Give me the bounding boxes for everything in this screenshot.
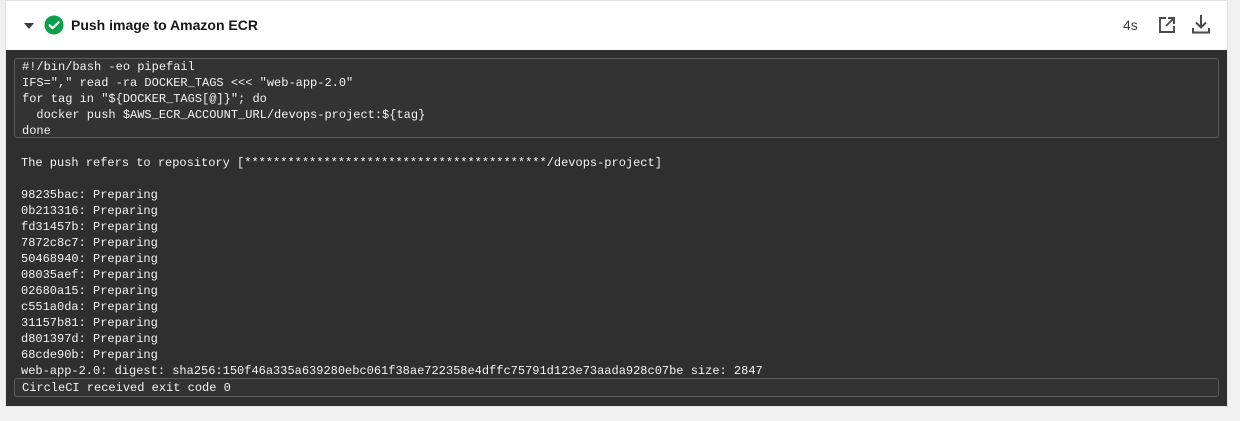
terminal-output[interactable]: #!/bin/bash -eo pipefail IFS="," read -r… (6, 50, 1227, 406)
download-icon[interactable] (1190, 13, 1212, 35)
digest-line: web-app-2.0: digest: sha256:150f46a335a6… (21, 364, 763, 378)
command-line: done (22, 124, 51, 138)
layer-status-line: 31157b81: Preparing (21, 316, 158, 330)
layer-status-line: 68cde90b: Preparing (21, 348, 158, 362)
command-line: for tag in "${DOCKER_TAGS[@]}"; do (22, 92, 267, 106)
command-line: IFS="," read -ra DOCKER_TAGS <<< "web-ap… (22, 76, 354, 90)
layer-status-line: 50468940: Preparing (21, 252, 158, 266)
command-block: #!/bin/bash -eo pipefail IFS="," read -r… (14, 58, 1219, 138)
push-message: The push refers to repository [*********… (21, 156, 662, 170)
chevron-down-icon[interactable] (22, 20, 36, 32)
layer-status-line: d801397d: Preparing (21, 332, 158, 346)
step-title: Push image to Amazon ECR (71, 17, 258, 33)
step-panel: Push image to Amazon ECR 4s #!/bin/bash … (5, 0, 1228, 407)
exit-code-block: CircleCI received exit code 0 (14, 378, 1219, 397)
step-header[interactable]: Push image to Amazon ECR 4s (6, 1, 1227, 50)
check-circle-icon (44, 15, 64, 35)
command-line: #!/bin/bash -eo pipefail (22, 60, 195, 74)
layer-status-line: 02680a15: Preparing (21, 284, 158, 298)
open-in-new-icon[interactable] (1157, 15, 1177, 35)
layer-status-line: c551a0da: Preparing (21, 300, 158, 314)
layer-status-line: 7872c8c7: Preparing (21, 236, 158, 250)
layer-status-line: 08035aef: Preparing (21, 268, 158, 282)
layer-status-line: 98235bac: Preparing (21, 188, 158, 202)
layer-status-line: 0b213316: Preparing (21, 204, 158, 218)
step-duration: 4s (1123, 17, 1138, 33)
exit-code-line: CircleCI received exit code 0 (22, 381, 231, 395)
layer-status-line: fd31457b: Preparing (21, 220, 158, 234)
command-line: docker push $AWS_ECR_ACCOUNT_URL/devops-… (22, 108, 426, 122)
